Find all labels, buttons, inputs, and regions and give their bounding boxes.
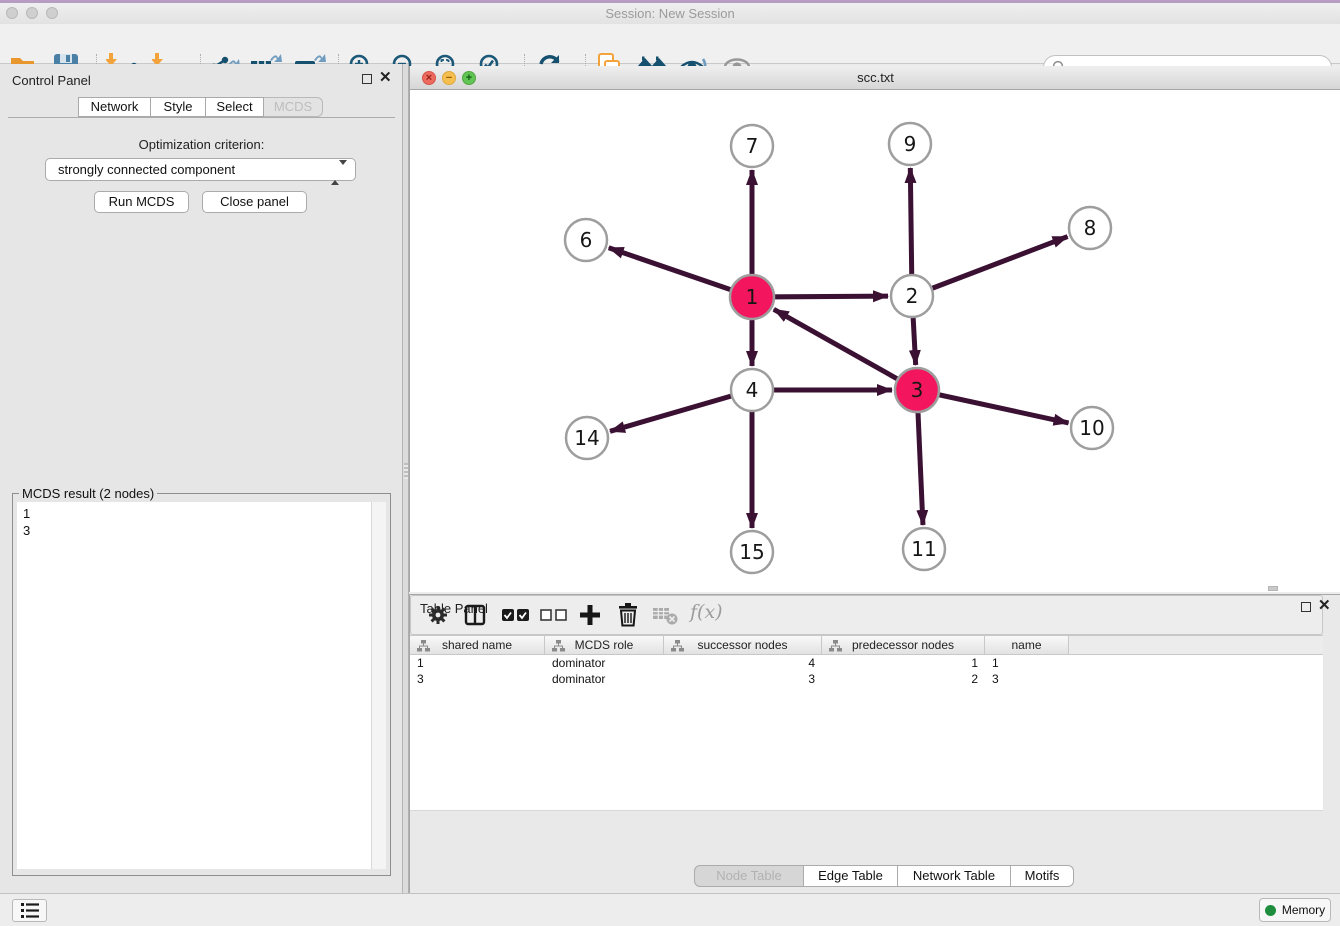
column-header-name[interactable]: name [985, 636, 1069, 654]
column-type-icon [552, 640, 565, 652]
table-panel: Table Panel ✕ [409, 594, 1340, 893]
add-column-icon[interactable] [578, 603, 602, 627]
table-panel-float-button[interactable] [1301, 602, 1311, 612]
delete-column-icon[interactable] [617, 603, 639, 627]
network-window-title: scc.txt [410, 66, 1340, 89]
memory-status-icon [1265, 905, 1276, 916]
tab-network-table[interactable]: Network Table [898, 865, 1011, 887]
graph-node-label: 7 [746, 134, 759, 158]
mcds-result-group: MCDS result (2 nodes) 1 3 [12, 493, 391, 876]
mcds-result-title: MCDS result (2 nodes) [19, 486, 157, 501]
table-header-row: shared name MCDS role successor nodes pr… [410, 635, 1323, 655]
graph-node-label: 14 [574, 426, 599, 450]
clear-all-checkboxes-icon[interactable] [540, 609, 568, 622]
graph-node-label: 1 [746, 285, 759, 309]
graph-node-label: 6 [580, 228, 593, 252]
optimization-criterion-label: Optimization criterion: [0, 137, 403, 152]
table-toolbar: f(x) [410, 595, 1323, 635]
network-maximize-button[interactable]: + [462, 71, 476, 85]
control-panel-title: Control Panel [12, 73, 91, 88]
graph-edge-3-1[interactable] [774, 309, 917, 390]
close-panel-button[interactable]: Close panel [202, 191, 307, 213]
tab-motifs[interactable]: Motifs [1011, 865, 1074, 887]
memory-button[interactable]: Memory [1259, 898, 1331, 922]
window-title: Session: New Session [0, 3, 1340, 24]
mcds-result-scrollbar[interactable] [371, 502, 386, 869]
list-icon [21, 903, 39, 918]
selected-option: strongly connected component [58, 162, 235, 177]
optimization-criterion-select[interactable]: strongly connected component [45, 158, 356, 181]
task-history-button[interactable] [12, 899, 47, 922]
table-panel-close-button[interactable]: ✕ [1318, 597, 1331, 615]
network-window-titlebar: × − + scc.txt [410, 66, 1340, 90]
network-minimize-button[interactable]: − [442, 71, 456, 85]
show-column-icon[interactable] [464, 604, 486, 626]
select-stepper-icon [331, 162, 347, 183]
network-view-window: × − + scc.txt 7 9 6 8 1 2 4 3 14 10 15 11 [409, 66, 1340, 592]
select-all-checkboxes-icon[interactable] [502, 609, 530, 622]
tab-network[interactable]: Network [78, 97, 151, 117]
column-header-successor-nodes[interactable]: successor nodes [664, 636, 822, 654]
tab-node-table[interactable]: Node Table [694, 865, 804, 887]
control-panel-float-button[interactable] [362, 74, 372, 84]
graph-node-label: 10 [1079, 416, 1104, 440]
tab-select[interactable]: Select [206, 97, 264, 117]
column-type-icon [417, 640, 430, 652]
network-resize-grip[interactable] [1268, 586, 1278, 591]
column-type-icon [829, 640, 842, 652]
close-window-button[interactable] [6, 7, 18, 19]
graph-edge-3-10[interactable] [917, 390, 1069, 423]
network-close-button[interactable]: × [422, 71, 436, 85]
graph-node-label: 8 [1084, 216, 1097, 240]
splitter-grip[interactable] [404, 463, 408, 479]
node-table: shared name MCDS role successor nodes pr… [410, 635, 1323, 811]
delete-table-icon[interactable] [653, 607, 679, 625]
run-mcds-button[interactable]: Run MCDS [94, 191, 189, 213]
graph-node-label: 15 [739, 540, 764, 564]
minimize-window-button[interactable] [26, 7, 38, 19]
column-header-shared-name[interactable]: shared name [410, 636, 545, 654]
table-row[interactable]: 3 dominator 3 2 3 [410, 671, 1323, 687]
table-body: 1 dominator 4 1 1 3 dominator 3 2 3 [410, 655, 1323, 811]
function-builder-icon[interactable]: f(x) [690, 601, 723, 623]
tab-style[interactable]: Style [151, 97, 206, 117]
memory-label: Memory [1282, 903, 1325, 917]
status-bar: Memory [0, 893, 1340, 926]
table-row[interactable]: 1 dominator 4 1 1 [410, 655, 1323, 671]
header-filler [1069, 636, 1323, 654]
table-options-gear-icon[interactable] [427, 604, 449, 626]
column-header-predecessor-nodes[interactable]: predecessor nodes [822, 636, 985, 654]
graph-node-label: 2 [906, 284, 919, 308]
control-panel: Control Panel ✕ Network Style Select MCD… [0, 64, 403, 893]
graph-node-label: 11 [911, 537, 936, 561]
tab-mcds[interactable]: MCDS [264, 97, 323, 117]
graph-node-label: 3 [911, 378, 924, 402]
graph-node-label: 9 [904, 132, 917, 156]
column-type-icon [671, 640, 684, 652]
main-toolbar [0, 24, 1340, 64]
column-header-mcds-role[interactable]: MCDS role [545, 636, 664, 654]
panel-divider [8, 117, 395, 118]
graph-edge-2-8[interactable] [912, 237, 1068, 296]
graph-node-label: 4 [746, 378, 759, 402]
app-titlebar: Session: New Session [0, 3, 1340, 24]
zoom-window-button[interactable] [46, 7, 58, 19]
network-graph[interactable]: 7 9 6 8 1 2 4 3 14 10 15 11 [410, 90, 1340, 592]
tab-edge-table[interactable]: Edge Table [804, 865, 898, 887]
control-panel-close-button[interactable]: ✕ [379, 69, 392, 87]
mcds-result-text[interactable]: 1 3 [17, 502, 373, 869]
